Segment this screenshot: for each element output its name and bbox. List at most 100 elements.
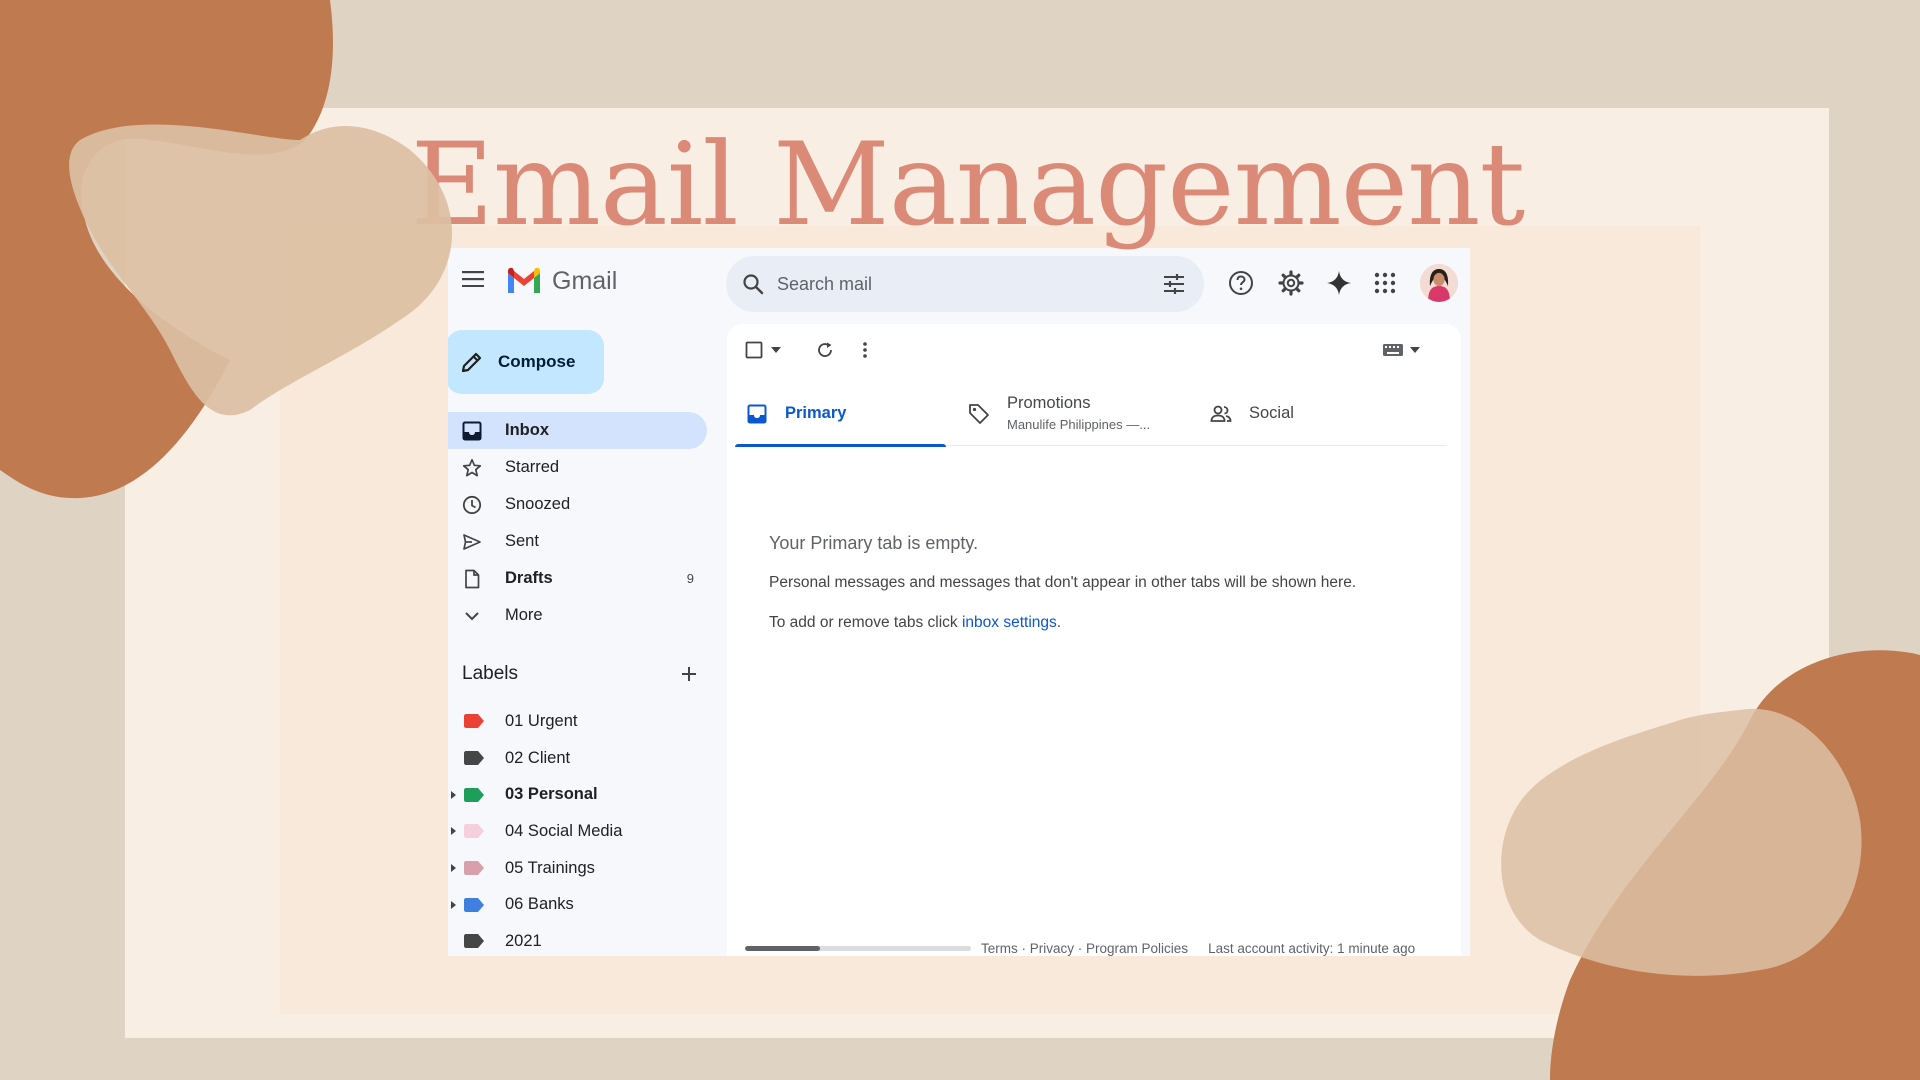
tag-icon: [967, 402, 991, 426]
header: Gmail: [448, 248, 1470, 320]
keyboard-icon: [1383, 344, 1403, 356]
caret-down-icon: [1410, 347, 1420, 353]
label-name: 02 Client: [505, 748, 571, 767]
tab-label: Primary: [785, 404, 847, 422]
label-item-04-social-media[interactable]: 04 Social Media: [448, 813, 708, 850]
expand-caret-icon[interactable]: [451, 864, 456, 873]
sidebar-item-label: More: [505, 606, 543, 624]
footer-separator: ·: [1074, 940, 1087, 956]
account-avatar[interactable]: [1420, 264, 1458, 302]
app-name: Gmail: [552, 266, 618, 295]
label-name: 2021: [505, 931, 542, 950]
label-name: 03 Personal: [505, 785, 598, 804]
sidebar-item-sent[interactable]: Sent: [448, 523, 708, 560]
compose-button[interactable]: Compose: [448, 330, 604, 394]
create-label-button[interactable]: [676, 661, 702, 687]
gmail-window: Gmail Search mail Compose Inbox Starred …: [448, 248, 1470, 956]
input-tools-button[interactable]: [1379, 336, 1423, 364]
storage-usage-bar[interactable]: [745, 945, 971, 951]
sidebar-item-starred[interactable]: Starred: [448, 449, 708, 486]
footer-links: Terms · Privacy · Program Policies: [981, 941, 1188, 956]
file-icon: [460, 567, 484, 591]
label-item-2021[interactable]: 2021: [448, 923, 708, 956]
expand-caret-icon[interactable]: [451, 900, 456, 909]
help-button[interactable]: [1226, 268, 1256, 298]
search-options-button[interactable]: [1160, 270, 1188, 298]
labels-title: Labels: [462, 663, 518, 684]
blob-top-left: [0, 0, 453, 499]
last-account-activity: Last account activity: 1 minute ago: [1208, 940, 1416, 956]
select-all-checkbox[interactable]: [743, 336, 783, 364]
label-tag-icon: [464, 751, 484, 766]
sidebar-item-snoozed[interactable]: Snoozed: [448, 486, 708, 523]
sidebar-item-inbox[interactable]: Inbox: [448, 412, 707, 449]
sidebar-item-drafts[interactable]: Drafts 9: [448, 560, 708, 597]
labels-list: 01 Urgent 02 Client 03 Personal 04 Socia…: [448, 703, 708, 956]
label-name: 04 Social Media: [505, 821, 623, 840]
storage-usage-fill: [745, 945, 820, 951]
drafts-count: 9: [686, 571, 694, 586]
label-tag-icon: [464, 934, 484, 949]
empty-state-hint: To add or remove tabs click inbox settin…: [769, 614, 1061, 632]
google-apps-button[interactable]: [1370, 268, 1400, 298]
sidebar-item-more[interactable]: More: [448, 597, 708, 634]
tab-social[interactable]: Social: [1209, 382, 1409, 446]
search-bar[interactable]: [726, 256, 1204, 312]
sidebar-item-label: Sent: [505, 532, 539, 550]
expand-caret-icon[interactable]: [451, 790, 456, 799]
privacy-link[interactable]: Privacy: [1030, 941, 1074, 956]
program-policies-link[interactable]: Program Policies: [1086, 941, 1188, 956]
sidebar-item-label: Drafts: [505, 569, 553, 587]
tab-subtitle: Manulife Philippines —...: [1007, 417, 1151, 432]
label-item-03-personal[interactable]: 03 Personal: [448, 776, 708, 813]
gemini-sparkle-icon: [1327, 271, 1351, 295]
more-options-button[interactable]: [855, 336, 875, 364]
terms-link[interactable]: Terms: [981, 941, 1018, 956]
tune-icon: [1164, 274, 1184, 294]
label-item-05-trainings[interactable]: 05 Trainings: [448, 850, 708, 887]
avatar-icon: [1420, 264, 1458, 302]
refresh-button[interactable]: [811, 336, 839, 364]
label-name: 06 Banks: [505, 895, 574, 914]
footer-separator: ·: [1017, 940, 1030, 956]
search-button[interactable]: [739, 270, 767, 298]
sidebar-item-label: Starred: [505, 458, 560, 476]
tab-promotions[interactable]: Promotions Manulife Philippines —...: [967, 382, 1189, 446]
label-name: 01 Urgent: [505, 711, 578, 730]
expand-caret-icon[interactable]: [451, 827, 456, 836]
label-tag-icon: [464, 824, 484, 839]
empty-state-description: Personal messages and messages that don'…: [769, 574, 1357, 591]
label-item-01-urgent[interactable]: 01 Urgent: [448, 703, 708, 740]
sidebar-nav: Inbox Starred Snoozed Sent Drafts 9 More: [448, 412, 708, 634]
main-panel: Primary Promotions Manulife Philippines …: [727, 324, 1461, 956]
gemini-button[interactable]: [1324, 268, 1354, 298]
label-item-06-banks[interactable]: 06 Banks: [448, 886, 708, 923]
labels-header: Labels: [462, 659, 702, 689]
hint-prefix: To add or remove tabs click: [769, 614, 962, 631]
search-icon: [743, 274, 764, 295]
footer: Terms · Privacy · Program Policies Last …: [745, 936, 1445, 956]
plus-icon: [682, 667, 696, 681]
tab-label: Social: [1249, 404, 1294, 422]
gmail-logo[interactable]: Gmail: [506, 266, 617, 296]
list-toolbar: [727, 324, 1461, 376]
settings-button[interactable]: [1276, 268, 1306, 298]
apps-grid-icon: [1374, 272, 1396, 294]
search-input[interactable]: [777, 273, 1137, 295]
category-tabs: Primary Promotions Manulife Philippines …: [735, 382, 1447, 447]
inbox-settings-link[interactable]: inbox settings: [962, 614, 1057, 631]
label-tag-icon: [464, 787, 484, 802]
refresh-icon: [818, 342, 832, 357]
label-item-02-client[interactable]: 02 Client: [448, 740, 708, 777]
label-tag-icon: [464, 861, 484, 876]
help-icon: [1229, 271, 1253, 295]
tab-primary[interactable]: Primary: [735, 382, 946, 447]
chevron-down-icon: [460, 604, 484, 628]
label-tag-icon: [464, 714, 484, 729]
checkbox-icon: [745, 341, 763, 359]
more-vert-icon: [863, 342, 867, 358]
empty-state-title: Your Primary tab is empty.: [769, 533, 979, 553]
compose-label: Compose: [498, 352, 576, 371]
people-icon: [1209, 402, 1233, 426]
gmail-m-icon: [508, 267, 540, 293]
